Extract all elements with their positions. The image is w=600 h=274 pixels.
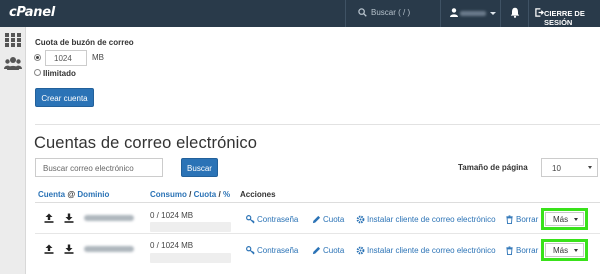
quota-input[interactable]: 1024	[45, 50, 87, 66]
key-icon	[246, 215, 255, 224]
page-size-select[interactable]: 10	[541, 158, 598, 177]
search-button[interactable]: Buscar	[181, 158, 218, 177]
bell-icon[interactable]	[510, 7, 520, 18]
sort-domain-link[interactable]: Dominio	[77, 190, 109, 199]
logout-button[interactable]: CIERRE DE SESIÓN	[544, 9, 600, 27]
global-search-input[interactable]: Buscar ( / )	[371, 8, 410, 17]
divider	[528, 0, 529, 27]
column-header-actions: Acciones	[240, 190, 276, 199]
quota-unlimited-radio[interactable]	[34, 69, 41, 76]
cpanel-logo[interactable]: cPanel	[9, 5, 55, 20]
search-icon	[358, 8, 367, 17]
account-email	[84, 246, 134, 252]
sort-percent-link[interactable]: %	[223, 190, 230, 199]
pencil-icon	[312, 246, 321, 255]
quota-unit: MB	[92, 53, 104, 62]
divider	[35, 233, 600, 234]
user-icon	[450, 8, 458, 17]
account-email	[84, 215, 134, 221]
divider	[440, 0, 441, 27]
download-icon[interactable]	[64, 244, 74, 254]
usage-text: 0 / 1024 MB	[150, 211, 194, 220]
logout-icon[interactable]	[535, 8, 544, 17]
quota-limited-radio[interactable]	[34, 54, 41, 61]
pencil-icon	[312, 215, 321, 224]
upload-icon[interactable]	[44, 244, 54, 254]
create-account-button[interactable]: Crear cuenta	[35, 88, 94, 107]
separator: /	[218, 190, 221, 199]
more-dropdown-button[interactable]: Más	[545, 212, 584, 226]
users-icon[interactable]	[4, 56, 22, 70]
separator: /	[189, 190, 192, 199]
quota-label: Cuota de buzón de correo	[35, 38, 134, 47]
more-highlight: Más	[541, 208, 588, 230]
trash-icon	[506, 215, 513, 224]
divider	[35, 202, 600, 203]
chevron-down-icon[interactable]	[490, 12, 496, 15]
gear-icon	[356, 246, 365, 255]
trash-icon	[506, 246, 513, 255]
key-icon	[246, 246, 255, 255]
page-size-label: Tamaño de página	[458, 163, 528, 172]
divider	[35, 124, 600, 125]
more-dropdown-button[interactable]: Más	[545, 243, 584, 257]
usage-text: 0 / 1024 MB	[150, 241, 194, 250]
top-bar: cPanel Buscar ( / ) CIERRE DE SESIÓN	[0, 0, 600, 27]
grid-icon[interactable]	[5, 33, 21, 47]
divider	[345, 0, 346, 27]
column-header-account: Cuenta @ Dominio	[38, 190, 109, 199]
username[interactable]	[460, 11, 486, 16]
at-sign: @	[67, 190, 76, 199]
unlimited-label: Ilimitado	[43, 69, 76, 78]
sort-usage-link[interactable]: Consumo	[150, 190, 187, 199]
usage-progress-bar	[150, 253, 231, 263]
upload-icon[interactable]	[44, 213, 54, 223]
usage-progress-bar	[150, 222, 231, 232]
sidebar	[0, 27, 26, 274]
more-highlight: Más	[541, 239, 588, 261]
divider	[500, 0, 501, 27]
download-icon[interactable]	[64, 213, 74, 223]
search-input[interactable]: Buscar correo electrónico	[35, 158, 163, 177]
sort-quota-link[interactable]: Cuota	[194, 190, 217, 199]
sort-account-link[interactable]: Cuenta	[38, 190, 65, 199]
gear-icon	[356, 215, 365, 224]
column-header-usage: Consumo / Cuota / %	[150, 190, 230, 199]
page-title: Cuentas de correo electrónico	[34, 134, 258, 152]
